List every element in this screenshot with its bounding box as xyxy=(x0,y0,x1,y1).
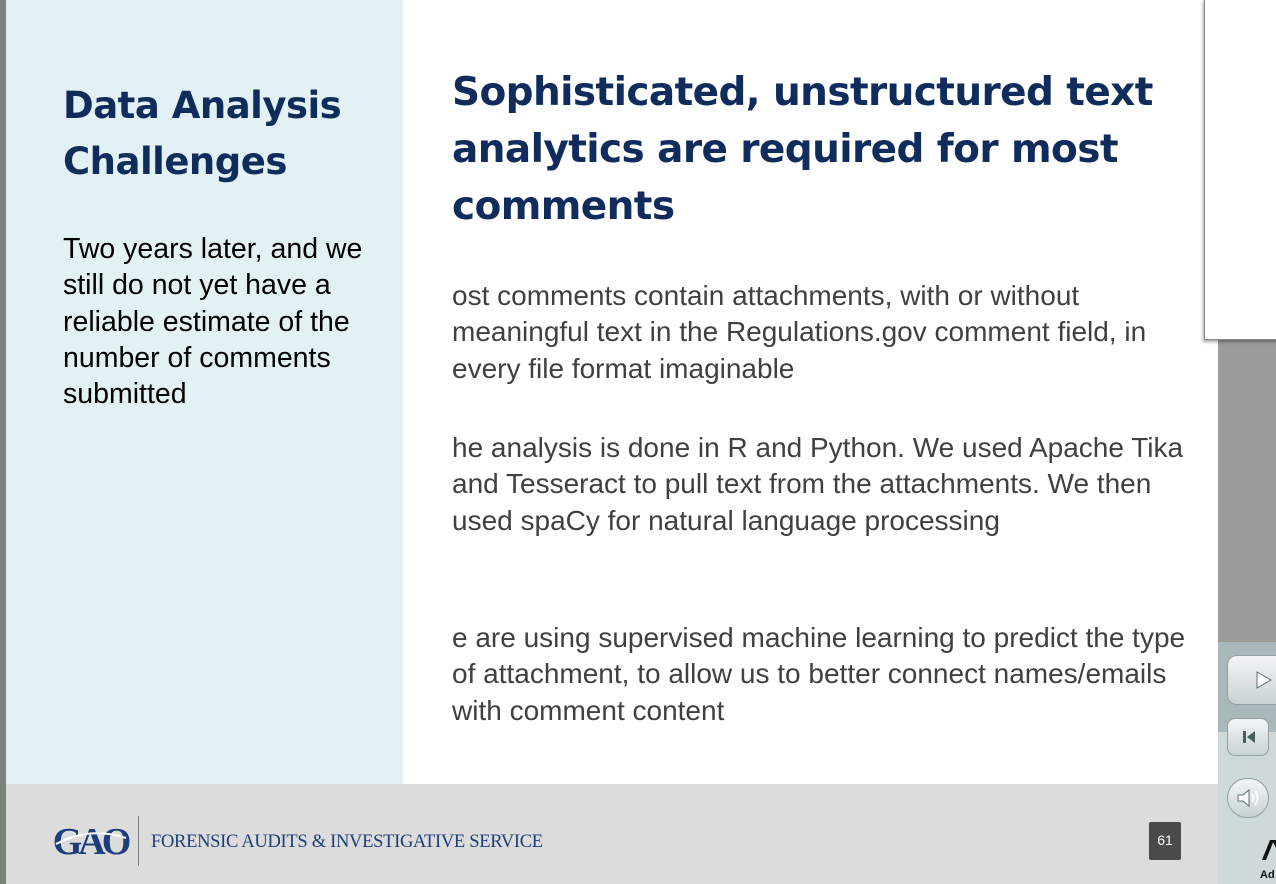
bullet-paragraph-1: ost comments contain attachments, with o… xyxy=(452,280,1147,384)
play-button[interactable] xyxy=(1227,655,1276,705)
page-number-badge: 61 xyxy=(1149,822,1181,860)
volume-icon xyxy=(1237,788,1259,808)
side-title: Data Analysis Challenges xyxy=(63,84,342,183)
bullet-paragraph-2: he analysis is done in R and Python. We … xyxy=(452,432,1184,536)
gao-logo-text: GAO xyxy=(53,821,130,862)
bullet-paragraph-3: e are using supervised machine learning … xyxy=(452,622,1186,726)
adobe-logo-icon: Ad xyxy=(1260,840,1276,881)
skip-back-icon xyxy=(1243,731,1255,743)
org-name: FORENSIC AUDITS & INVESTIGATIVE SERVICE xyxy=(151,832,543,852)
play-icon xyxy=(1256,671,1273,689)
slide: Data Analysis Challenges Two years later… xyxy=(6,0,1218,884)
side-body-text: Two years later, and we still do not yet… xyxy=(63,233,363,411)
skip-back-button[interactable] xyxy=(1227,718,1269,756)
side-popup-panel xyxy=(1204,0,1276,340)
footer-divider xyxy=(138,816,139,866)
slide-footer: GAO FORENSIC AUDITS & INVESTIGATIVE SERV… xyxy=(6,784,1218,884)
presentation-viewer: Data Analysis Challenges Two years later… xyxy=(0,0,1276,884)
slide-side-panel: Data Analysis Challenges Two years later… xyxy=(6,0,403,784)
player-controls: Ad xyxy=(1218,642,1276,884)
gao-logo: GAO xyxy=(53,821,130,862)
adobe-logo-label: Ad xyxy=(1260,869,1275,881)
slide-title: Sophisticated, unstructured text analyti… xyxy=(452,70,1153,229)
volume-button[interactable] xyxy=(1227,778,1269,818)
